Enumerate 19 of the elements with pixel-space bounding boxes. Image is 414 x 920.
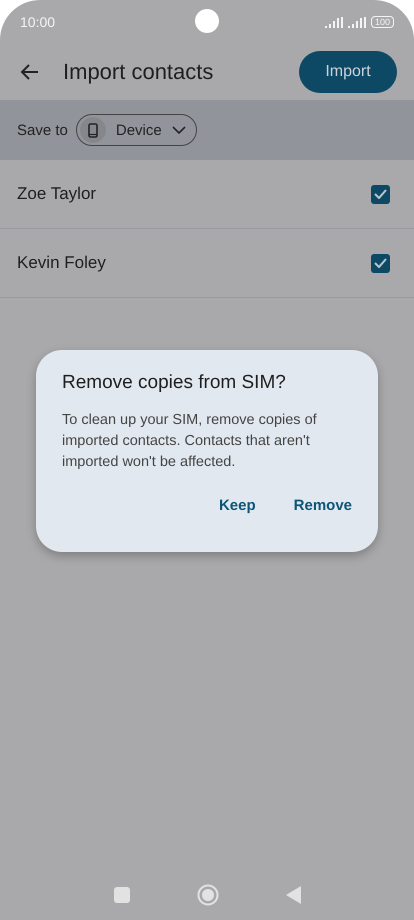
- contact-name: Kevin Foley: [17, 253, 106, 273]
- battery-level: 100: [370, 16, 394, 28]
- import-button[interactable]: Import: [299, 51, 397, 93]
- dialog-title: Remove copies from SIM?: [62, 372, 287, 394]
- dialog-message: To clean up your SIM, remove copies of imported contacts. Contacts that aren't imported won't be affected.: [62, 411, 318, 472]
- chevron-down-icon: [172, 126, 186, 134]
- page-title: Import contacts: [63, 59, 214, 85]
- checkbox[interactable]: [371, 254, 390, 272]
- device-chip[interactable]: Device: [76, 114, 197, 146]
- dialog-button[interactable]: Keep: [206, 489, 268, 522]
- checkbox[interactable]: [371, 184, 390, 204]
- phone-icon: [88, 122, 98, 138]
- dialog-button[interactable]: Remove: [282, 489, 364, 522]
- signal-icon: [348, 16, 366, 28]
- contact-name: Zoe Taylor: [17, 184, 96, 204]
- status-time: 10:00: [20, 14, 56, 30]
- signal-icon: [324, 16, 343, 28]
- camera-cutout: [195, 9, 219, 33]
- save-to-label: Save to: [17, 122, 68, 138]
